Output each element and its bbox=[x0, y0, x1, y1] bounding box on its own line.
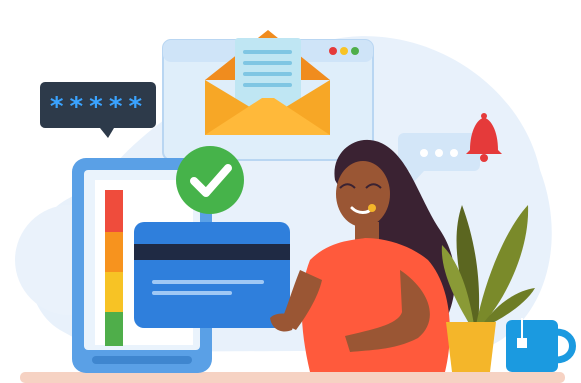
window-dot-yellow bbox=[340, 47, 348, 55]
check-circle-icon bbox=[176, 146, 244, 214]
plant-pot bbox=[446, 322, 496, 372]
password-stars: ***** bbox=[49, 92, 147, 122]
mug-icon bbox=[506, 318, 576, 372]
floor bbox=[20, 372, 565, 383]
credit-card-icon bbox=[134, 222, 290, 328]
window-dot-green bbox=[351, 47, 359, 55]
illustration-scene: ***** bbox=[15, 30, 576, 383]
face bbox=[336, 161, 390, 227]
window-dot-red bbox=[329, 47, 337, 55]
strength-meter bbox=[105, 190, 123, 346]
